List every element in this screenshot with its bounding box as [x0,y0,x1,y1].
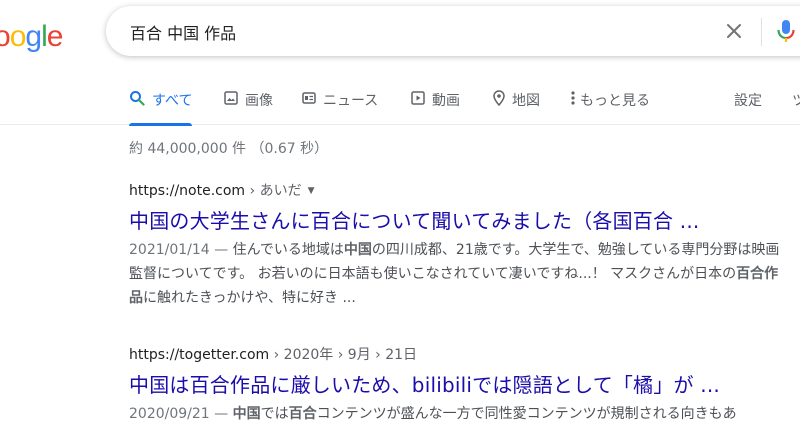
active-tab-indicator [129,123,193,126]
microphone-icon [777,20,795,42]
tab-settings[interactable]: 設定 [734,90,762,110]
tab-maps[interactable]: 地図 [493,90,540,110]
result-url[interactable]: https://note.com › あいだ ▼ [129,180,800,200]
tab-label: 画像 [245,93,273,109]
result-title-link[interactable]: 中国は百合作品に厳しいため、bilibiliでは隠語として「橘」が ... [129,369,800,398]
snippet-highlight: 中国 [232,406,261,422]
search-tabs: すべて 画像 ニュース 動画 地図 もっと見る 設定 ツ [0,78,800,126]
result-site: https://togetter.com [129,347,270,363]
tab-all[interactable]: すべて [129,90,193,126]
search-input[interactable]: 百合 中国 作品 [130,20,236,44]
tab-tools[interactable]: ツ [792,90,800,110]
search-result: https://note.com › あいだ ▼ 中国の大学生さんに百合について聞… [129,180,800,310]
snippet-text: 住んでいる地域は [232,242,344,258]
voice-search-button[interactable] [774,18,798,44]
search-result: https://togetter.com › 2020年 › 9月 › 21日 … [129,344,800,426]
tab-videos[interactable]: 動画 [411,90,460,110]
tab-label: すべて [152,93,193,109]
logo-letter: o [9,20,27,53]
result-breadcrumb: › 2020年 › 9月 › 21日 [269,347,418,363]
snippet-highlight: 百合 [288,406,317,422]
image-icon [224,91,238,109]
search-box[interactable]: 百合 中国 作品 [106,6,800,56]
search-icon [129,90,145,110]
more-vert-icon [571,91,575,109]
snippet-text: では [260,406,289,422]
result-date: 2020/09/21 — [129,406,233,422]
result-date: 2021/01/14 — [129,242,233,258]
tab-more[interactable]: もっと見る [571,90,650,110]
result-snippet: 2021/01/14 — 住んでいる地域は中国の四川成都、21歳です。大学生で、… [129,238,789,310]
snippet-text: に触れたきっかけや、特に好き ... [143,290,356,306]
result-title-link[interactable]: 中国の大学生さんに百合について聞いてみました（各国百合 ... [129,205,800,234]
logo-letter: e [46,20,64,53]
snippet-text: コンテンツが盛んな一方で同性愛コンテンツが規制される向きもあ [316,406,737,422]
snippet-highlight: 中国 [343,242,372,258]
map-pin-icon [493,90,505,110]
logo-letter: g [25,20,42,53]
tab-label: もっと見る [580,93,650,109]
logo-letter: o [0,20,11,53]
news-icon [302,91,316,109]
result-stats: 約 44,000,000 件 （0.67 秒） [129,141,329,157]
caret-down-icon[interactable]: ▼ [308,186,315,196]
tab-label: ツ [792,93,800,109]
video-icon [411,91,425,109]
result-snippet: 2020/09/21 — 中国では百合コンテンツが盛んな一方で同性愛コンテンツが… [129,402,789,426]
tab-label: ニュース [323,93,379,109]
tab-label: 動画 [432,93,460,109]
tab-label: 地図 [512,93,540,109]
search-divider [761,18,762,46]
clear-search-button[interactable] [722,19,746,43]
close-icon [727,24,741,38]
tab-news[interactable]: ニュース [302,90,378,110]
google-logo[interactable]: oogle [0,20,64,54]
result-url[interactable]: https://togetter.com › 2020年 › 9月 › 21日 [129,344,800,364]
tab-images[interactable]: 画像 [224,90,273,110]
result-breadcrumb: › あいだ [245,183,302,199]
tab-label: 設定 [734,93,762,109]
result-site: https://note.com [129,183,246,199]
